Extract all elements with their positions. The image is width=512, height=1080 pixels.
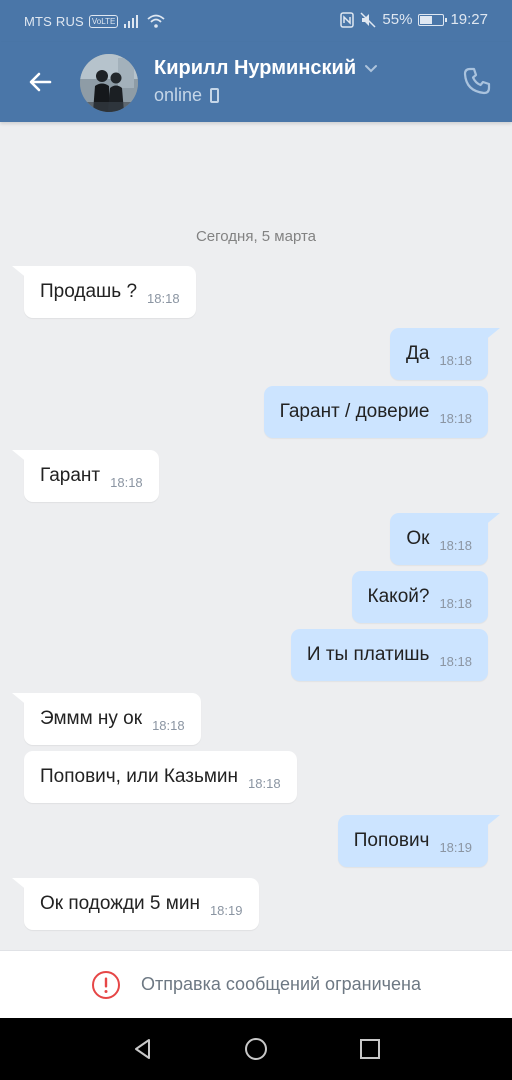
bubble-tail	[12, 878, 34, 896]
warning-icon	[92, 970, 120, 999]
battery-percent: 55%	[382, 11, 413, 28]
message-text: Какой?	[367, 586, 430, 607]
incoming-message[interactable]: Продашь ? 18:18	[12, 266, 196, 318]
date-separator: Сегодня, 5 марта	[195, 228, 317, 245]
incoming-message[interactable]: Гарант 18:18	[12, 450, 159, 502]
contact-name-text: Кирилл Нурминский	[154, 57, 357, 79]
message-time: 18:18	[439, 595, 472, 611]
clock: 19:27	[450, 11, 488, 28]
outgoing-message[interactable]: И ты платишь 18:18	[290, 629, 488, 681]
message-time: 18:18	[439, 653, 472, 669]
message-text: Попович, или Казьмин	[40, 766, 239, 787]
message-text: Эммм ну ок	[40, 708, 143, 729]
message-time: 18:19	[439, 839, 472, 855]
message-time: 18:19	[209, 902, 243, 918]
message-time: 18:18	[147, 290, 180, 306]
bubble-tail	[12, 266, 34, 284]
nfc-icon	[340, 11, 355, 28]
incoming-message[interactable]: Попович, или Казьмин 18:18	[24, 751, 297, 803]
signal-icon	[124, 15, 139, 28]
contact-name[interactable]: Кирилл Нурминский	[154, 57, 378, 80]
incoming-message[interactable]: Ок подожди 5 мин 18:19	[12, 878, 259, 930]
status-bar: MTS RUS VoLTE 55% 19:27	[0, 0, 512, 42]
avatar-photo	[80, 54, 138, 112]
bubble-tail	[12, 450, 34, 468]
outgoing-message[interactable]: Гарант / доверие 18:18	[263, 386, 488, 438]
volte-badge: VoLTE	[88, 14, 119, 28]
messaging-restricted-bar: Отправка сообщений ограничена	[0, 950, 512, 1018]
outgoing-message[interactable]: Да 18:18	[390, 328, 500, 380]
bubble-tail	[478, 513, 500, 531]
restriction-text: Отправка сообщений ограничена	[141, 974, 421, 994]
carrier-name: MTS RUS	[24, 13, 84, 29]
android-nav-bar	[0, 1018, 512, 1080]
online-status: online	[154, 85, 203, 105]
bubble-tail	[478, 328, 500, 346]
message-time: 18:18	[439, 410, 472, 426]
message-text: Ок подожди 5 мин	[40, 893, 200, 914]
avatar[interactable]	[80, 54, 138, 112]
presence-status: online	[154, 85, 220, 106]
message-text: Продашь ?	[40, 281, 138, 302]
message-time: 18:18	[439, 537, 472, 553]
wifi-icon	[147, 14, 165, 28]
nav-back-icon[interactable]	[130, 1036, 156, 1062]
incoming-message[interactable]: Эммм ну ок 18:18	[12, 693, 201, 745]
message-time: 18:18	[152, 717, 185, 733]
call-icon[interactable]	[462, 66, 492, 96]
message-text: Да	[406, 343, 430, 364]
message-time: 18:18	[248, 775, 281, 791]
outgoing-message[interactable]: Попович 18:19	[337, 815, 500, 867]
status-left: MTS RUS VoLTE	[24, 13, 166, 29]
message-text: И ты платишь	[306, 644, 430, 665]
battery-icon	[418, 13, 448, 26]
mobile-phone-icon	[210, 88, 220, 103]
outgoing-message[interactable]: Какой? 18:18	[351, 571, 488, 623]
bubble-tail	[12, 693, 34, 711]
battery-fill	[420, 15, 432, 24]
chevron-down-icon[interactable]	[364, 64, 378, 74]
chat-header: Кирилл Нурминский online	[0, 42, 512, 122]
nav-recents-icon[interactable]	[357, 1036, 383, 1062]
message-time: 18:18	[110, 474, 143, 490]
status-right: 55% 19:27	[340, 11, 488, 28]
message-time: 18:18	[439, 352, 472, 368]
bubble-tail	[478, 815, 500, 833]
message-text: Гарант / доверие	[279, 401, 430, 422]
outgoing-message[interactable]: Ок 18:18	[390, 513, 500, 565]
back-arrow-icon[interactable]	[22, 64, 58, 100]
mute-icon	[360, 11, 376, 28]
nav-home-icon[interactable]	[243, 1036, 269, 1062]
message-text: Ок	[406, 528, 430, 549]
message-text: Попович	[353, 830, 430, 851]
message-text: Гарант	[40, 465, 101, 486]
